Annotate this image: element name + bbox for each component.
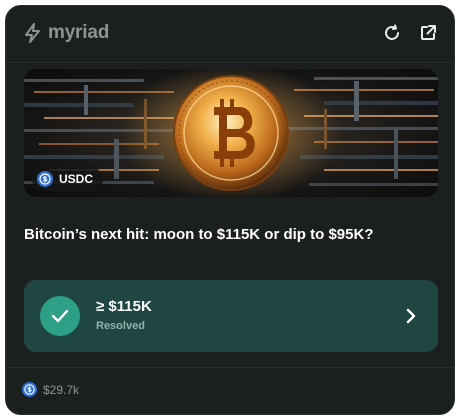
chevron-right-icon [406,308,416,324]
open-external-button[interactable] [418,23,438,43]
volume-footer: $29.7k [22,382,79,397]
brand-logo[interactable]: myriad [22,22,109,44]
footer-divider [6,367,454,368]
volume-value: $29.7k [43,382,80,397]
market-question[interactable]: Bitcoin’s next hit: moon to $115K or dip… [24,225,444,245]
market-image[interactable]: USDC [24,69,438,197]
usdc-icon [22,382,37,397]
currency-label: USDC [59,172,94,186]
refresh-button[interactable] [382,23,402,43]
usdc-icon [37,171,53,187]
outcome-status: Resolved [96,320,145,332]
outcome-label: ≥ $115K [96,298,152,315]
card-header: myriad [6,6,454,62]
outcome-row[interactable]: ≥ $115K Resolved [24,280,438,352]
currency-badge: USDC [32,167,104,191]
brand-name: myriad [48,22,110,43]
refresh-icon [385,24,399,40]
resolved-check-icon [40,296,80,336]
logo-bolt-icon [25,23,40,43]
header-divider [6,62,454,63]
market-card: myriad USDC Bitcoin’s next hit: moon to … [5,5,455,415]
external-link-icon [421,25,436,40]
